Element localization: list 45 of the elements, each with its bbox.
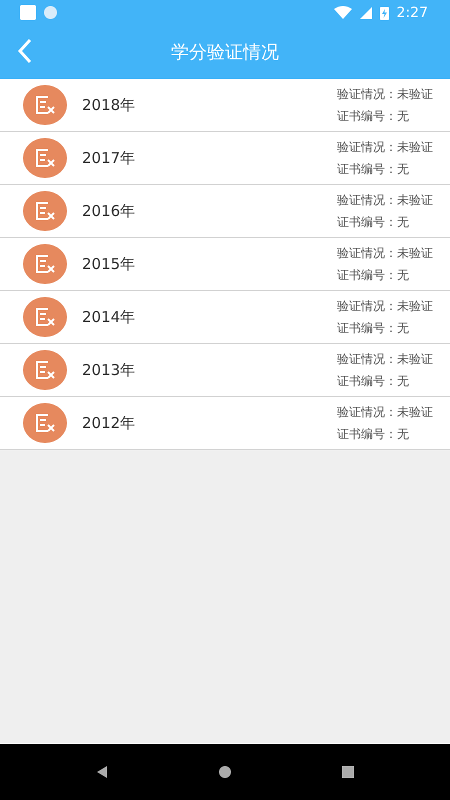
certificate-number: 证书编号：无 <box>337 214 410 230</box>
verification-status: 验证情况：未验证 <box>337 298 433 314</box>
verification-status: 验证情况：未验证 <box>337 138 433 156</box>
certificate-number: 证书编号：无 <box>337 426 410 442</box>
back-icon[interactable] <box>94 765 109 779</box>
document-cross-icon <box>23 138 67 178</box>
certificate-number: 证书编号：无 <box>337 160 410 178</box>
document-cross-icon <box>23 403 67 443</box>
record-row[interactable]: 2014年 验证情况：未验证 证书编号：无 <box>0 291 450 344</box>
record-row[interactable]: 2013年 验证情况：未验证 证书编号：无 <box>0 344 450 397</box>
signal-icon <box>360 6 372 18</box>
verification-status: 验证情况：未验证 <box>337 404 433 420</box>
certificate-number: 证书编号：无 <box>337 266 410 284</box>
record-row[interactable]: 2016年 验证情况：未验证 证书编号：无 <box>0 185 450 238</box>
battery-icon <box>380 6 389 20</box>
record-row[interactable]: 2018年 验证情况：未验证 证书编号：无 <box>0 79 450 132</box>
year-label: 2012年 <box>82 414 136 432</box>
year-label: 2017年 <box>82 148 136 168</box>
document-cross-icon <box>23 191 67 231</box>
notification-icon <box>20 5 36 20</box>
record-row[interactable]: 2015年 验证情况：未验证 证书编号：无 <box>0 238 450 291</box>
document-cross-icon <box>23 350 67 390</box>
year-label: 2018年 <box>82 96 136 114</box>
record-row[interactable]: 2017年 验证情况：未验证 证书编号：无 <box>0 132 450 185</box>
verification-status: 验证情况：未验证 <box>337 86 433 102</box>
page-title: 学分验证情况 <box>171 41 279 64</box>
verification-status: 验证情况：未验证 <box>337 350 433 368</box>
certificate-number: 证书编号：无 <box>337 320 410 336</box>
record-row[interactable]: 2012年 验证情况：未验证 证书编号：无 <box>0 397 450 450</box>
wifi-icon <box>334 6 352 20</box>
recents-icon[interactable] <box>341 765 356 779</box>
verification-status: 验证情况：未验证 <box>337 244 433 262</box>
verification-status: 验证情况：未验证 <box>337 192 433 208</box>
year-label: 2013年 <box>82 360 136 380</box>
home-icon[interactable] <box>218 765 232 779</box>
year-label: 2016年 <box>82 202 136 220</box>
year-label: 2015年 <box>82 254 136 274</box>
document-cross-icon <box>23 297 67 337</box>
clock: 2:27 <box>396 4 428 20</box>
certificate-number: 证书编号：无 <box>337 372 410 390</box>
document-cross-icon <box>23 85 67 125</box>
certificate-number: 证书编号：无 <box>337 108 410 124</box>
notification-icon <box>44 6 57 19</box>
year-label: 2014年 <box>82 308 136 326</box>
document-cross-icon <box>23 244 67 284</box>
